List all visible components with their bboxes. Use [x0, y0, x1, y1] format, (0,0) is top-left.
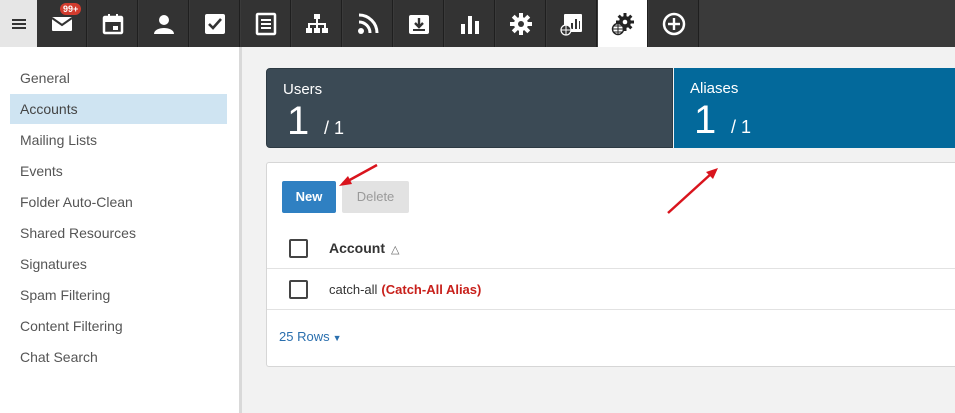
notes-icon — [255, 12, 276, 35]
users-stat-label: Users — [283, 81, 323, 98]
tab-add[interactable] — [649, 0, 699, 47]
aliases-stat-tile[interactable]: Aliases 1 / 1 — [674, 68, 955, 148]
mail-icon — [50, 16, 73, 31]
sidebar-item-content-filtering[interactable]: Content Filtering — [10, 311, 227, 341]
unread-badge: 99+ — [60, 3, 82, 15]
aliases-stat-count: 1 — [694, 98, 717, 142]
rss-icon — [357, 13, 378, 34]
account-column-header[interactable]: Account △ — [329, 240, 399, 256]
sidebar-item-general[interactable]: General — [10, 63, 227, 93]
user-icon — [153, 14, 174, 34]
calendar-icon — [102, 13, 123, 34]
tab-settings[interactable] — [496, 0, 546, 47]
settings-sidebar: General Accounts Mailing Lists Events Fo… — [0, 47, 242, 413]
tab-tasks[interactable] — [190, 0, 240, 47]
sort-ascending-icon: △ — [391, 244, 400, 256]
table-header: Account △ — [267, 229, 955, 269]
menu-button[interactable] — [0, 0, 37, 47]
tab-reports[interactable] — [445, 0, 495, 47]
sidebar-item-accounts[interactable]: Accounts — [10, 94, 227, 124]
caret-down-icon: ▼ — [332, 333, 342, 343]
top-navigation-bar: 99+ — [0, 0, 955, 47]
users-stat-total: / 1 — [324, 118, 345, 138]
sidebar-item-spam-filtering[interactable]: Spam Filtering — [10, 280, 227, 310]
select-all-checkbox[interactable] — [289, 239, 308, 258]
tab-mail[interactable]: 99+ — [37, 0, 87, 47]
sidebar-item-shared-resources[interactable]: Shared Resources — [10, 218, 227, 248]
sidebar-item-chat-search[interactable]: Chat Search — [10, 342, 227, 372]
org-chart-icon — [305, 13, 328, 33]
row-checkbox[interactable] — [289, 280, 308, 299]
aliases-stat-total: / 1 — [731, 117, 752, 137]
tab-directory[interactable] — [292, 0, 342, 47]
account-name: catch-all — [329, 282, 378, 297]
account-column-label: Account — [329, 240, 385, 256]
catch-all-tag: (Catch-All Alias) — [381, 282, 482, 297]
download-tray-icon — [408, 14, 429, 34]
users-stat-count: 1 — [287, 99, 310, 143]
sidebar-item-mailing-lists[interactable]: Mailing Lists — [10, 125, 227, 155]
users-stat-tile[interactable]: Users 1 / 1 — [266, 68, 673, 148]
tab-feeds[interactable] — [343, 0, 393, 47]
rows-per-page-label: 25 Rows — [279, 329, 330, 344]
tab-domain-reports[interactable] — [547, 0, 597, 47]
hamburger-icon — [11, 18, 26, 29]
globe-gear-icon — [611, 12, 634, 35]
tab-domain-settings[interactable] — [598, 0, 648, 47]
tab-notes[interactable] — [241, 0, 291, 47]
globe-report-icon — [559, 13, 582, 36]
account-cell[interactable]: catch-all (Catch-All Alias) — [329, 282, 481, 297]
rows-per-page-select[interactable]: 25 Rows ▼ — [279, 329, 342, 344]
sidebar-item-events[interactable]: Events — [10, 156, 227, 186]
delete-button[interactable]: Delete — [342, 181, 409, 213]
checkbox-icon — [204, 13, 225, 34]
tab-calendar[interactable] — [88, 0, 138, 47]
sidebar-item-signatures[interactable]: Signatures — [10, 249, 227, 279]
accounts-panel: New Delete Account △ catch-all (Catch-All … — [266, 162, 955, 367]
aliases-stat-label: Aliases — [690, 80, 739, 97]
bar-chart-icon — [460, 15, 479, 34]
table-row[interactable]: catch-all (Catch-All Alias) — [267, 270, 955, 310]
sidebar-item-folder-auto-clean[interactable]: Folder Auto-Clean — [10, 187, 227, 217]
plus-circle-icon — [662, 12, 685, 35]
tab-contacts[interactable] — [139, 0, 189, 47]
tab-archive[interactable] — [394, 0, 444, 47]
gear-icon — [509, 12, 532, 35]
new-button[interactable]: New — [282, 181, 336, 213]
